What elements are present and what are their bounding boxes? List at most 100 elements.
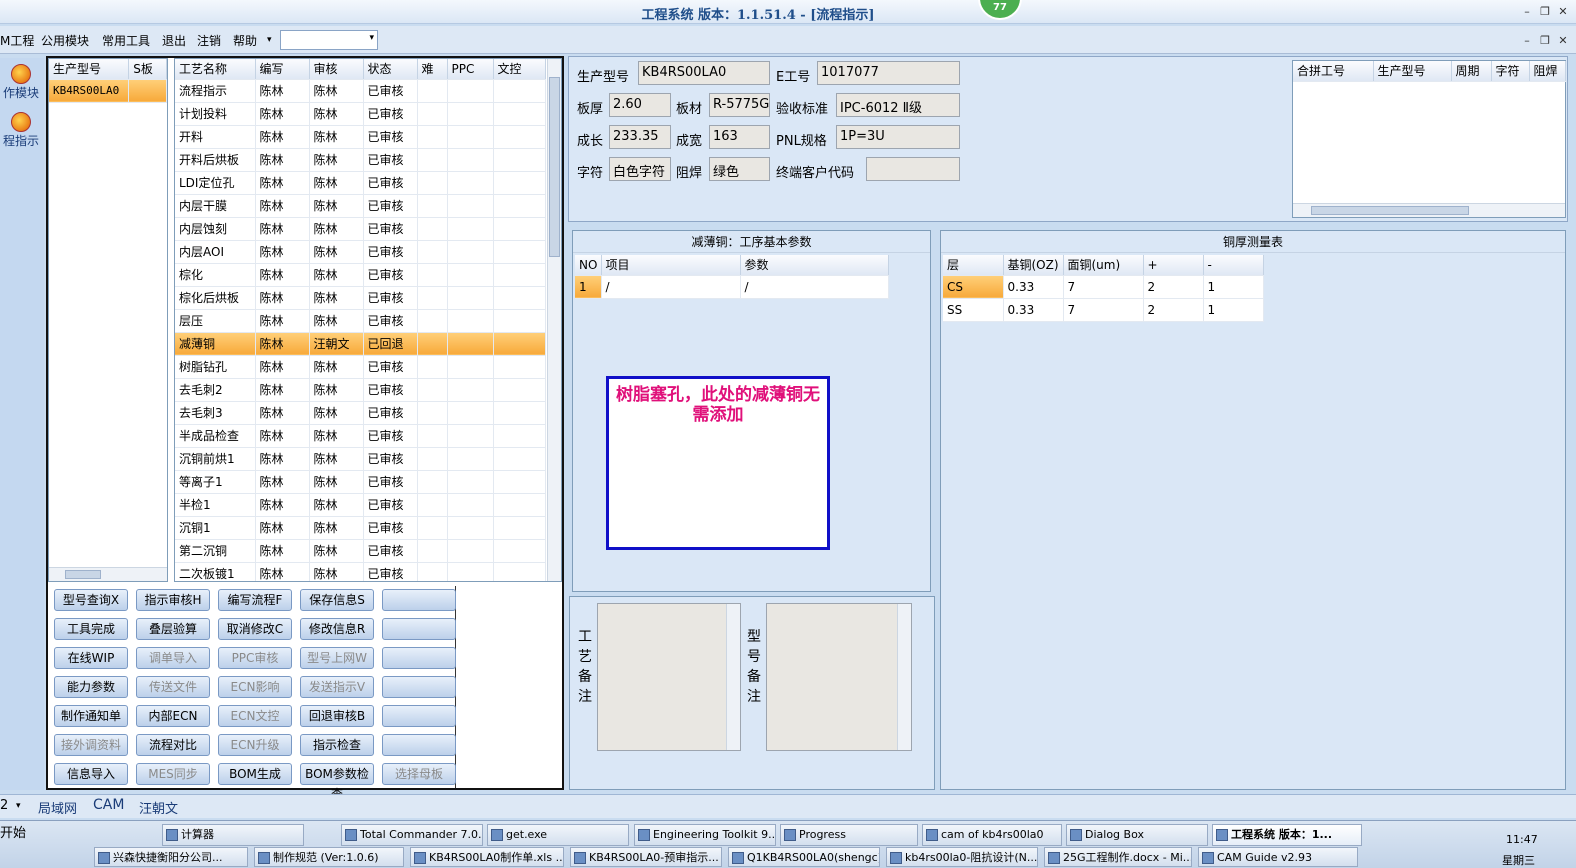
taskbar-item[interactable]: KB4RS00LA0-预审指示... — [570, 847, 722, 867]
standard-field[interactable]: IPC-6012 Ⅱ级 — [836, 93, 960, 117]
action-button[interactable]: 取消修改C — [218, 618, 292, 640]
menu-item-exit[interactable]: 退出 — [162, 32, 186, 49]
eno-field[interactable]: 1017077 — [817, 61, 960, 85]
col-param[interactable]: 参数 — [740, 255, 889, 276]
col-header[interactable]: + — [1143, 255, 1204, 276]
action-button[interactable]: 工具完成 — [54, 618, 128, 640]
mask-field[interactable]: 绿色 — [709, 157, 770, 181]
col-model[interactable]: 生产型号 — [49, 59, 130, 80]
table-row[interactable]: 等离子1 陈林 陈林 已审核 — [175, 470, 546, 494]
action-button[interactable]: 调单导入 — [136, 647, 210, 669]
menu-combo[interactable]: ▾ — [280, 30, 378, 50]
table-row[interactable]: 开料 陈林 陈林 已审核 — [175, 125, 546, 149]
scroll-thumb[interactable] — [549, 77, 560, 257]
taskbar-item[interactable]: 兴森快捷衡阳分公司... — [94, 847, 248, 867]
material-field[interactable]: R-5775G — [709, 93, 770, 117]
table-row[interactable]: 1// — [575, 275, 889, 299]
taskbar-item[interactable]: 工程系统 版本：1... — [1212, 824, 1362, 846]
action-button[interactable]: 指示检查 — [300, 734, 374, 756]
minimize-icon[interactable]: – — [1518, 5, 1536, 18]
table-row[interactable]: 沉铜前烘1 陈林 陈林 已审核 — [175, 447, 546, 471]
action-button[interactable]: 型号查询X — [54, 589, 128, 611]
action-button[interactable]: 能力参数 — [54, 676, 128, 698]
action-button[interactable]: 保存信息S — [300, 589, 374, 611]
table-row[interactable]: 层压 陈林 陈林 已审核 — [175, 309, 546, 333]
action-button[interactable] — [382, 705, 456, 727]
table-row[interactable]: 开料后烘板 陈林 陈林 已审核 — [175, 148, 546, 172]
action-button[interactable]: ECN升级 — [218, 734, 292, 756]
taskbar-item[interactable]: Progress — [780, 824, 918, 846]
flow-button[interactable]: 程指示 — [0, 112, 42, 148]
col-no[interactable]: NO — [575, 255, 602, 276]
menu-item-help[interactable]: 帮助 — [233, 32, 257, 49]
taskbar-item[interactable]: 计算器 — [162, 824, 304, 846]
action-button[interactable]: 信息导入 — [54, 763, 128, 785]
process-remark-field[interactable] — [597, 603, 741, 751]
action-button[interactable]: 回退审核B — [300, 705, 374, 727]
restore-icon[interactable]: ❐ — [1536, 5, 1554, 18]
table-row[interactable]: 棕化后烘板 陈林 陈林 已审核 — [175, 286, 546, 310]
taskbar-item[interactable]: kb4rs00la0-阻抗设计(N... — [886, 847, 1038, 867]
action-button[interactable]: MES同步 — [136, 763, 210, 785]
col-header[interactable]: 合拼工号 — [1293, 61, 1374, 82]
remark-vscroll[interactable] — [897, 604, 911, 750]
action-button[interactable] — [382, 676, 456, 698]
col-header[interactable]: - — [1203, 255, 1264, 276]
taskbar-item[interactable]: KB4RS00LA0制作单.xls ... — [410, 847, 564, 867]
action-button[interactable]: 选择母板 — [382, 763, 456, 785]
col-sboard[interactable]: S板 — [128, 59, 167, 80]
taskbar-item[interactable]: 25G工程制作.docx - Mi... — [1044, 847, 1192, 867]
model-remark-field[interactable] — [766, 603, 912, 751]
width-field[interactable]: 163 — [709, 125, 770, 149]
action-button[interactable] — [382, 647, 456, 669]
action-button[interactable]: 发送指示V — [300, 676, 374, 698]
customer-field[interactable] — [866, 157, 960, 181]
scroll-thumb[interactable] — [65, 570, 101, 579]
action-button[interactable]: 接外调资料 — [54, 734, 128, 756]
col-header[interactable]: 工艺名称 — [175, 59, 256, 80]
model-field[interactable]: KB4RS00LA0 — [638, 61, 770, 85]
table-row[interactable]: 流程指示 陈林 陈林 已审核 — [175, 79, 546, 103]
table-row[interactable]: 棕化 陈林 陈林 已审核 — [175, 263, 546, 287]
table-row[interactable]: 树脂钻孔 陈林 陈林 已审核 — [175, 355, 546, 379]
col-header[interactable]: 基铜(OZ) — [1003, 255, 1064, 276]
table-row[interactable]: 计划投料 陈林 陈林 已审核 — [175, 102, 546, 126]
col-header[interactable]: 阻焊 — [1529, 61, 1566, 82]
close-icon[interactable]: ✕ — [1554, 5, 1572, 18]
table-row[interactable]: 去毛刺2 陈林 陈林 已审核 — [175, 378, 546, 402]
action-button[interactable]: 编写流程F — [218, 589, 292, 611]
table-row[interactable]: 去毛刺3 陈林 陈林 已审核 — [175, 401, 546, 425]
action-button[interactable]: 制作通知单 — [54, 705, 128, 727]
module-button[interactable]: 作模块 — [0, 64, 42, 100]
table-row[interactable]: 沉铜1 陈林 陈林 已审核 — [175, 516, 546, 540]
col-header[interactable]: 层 — [943, 255, 1004, 276]
table-row[interactable]: 内层蚀刻 陈林 陈林 已审核 — [175, 217, 546, 241]
action-button[interactable]: ECN影响 — [218, 676, 292, 698]
scroll-thumb[interactable] — [1311, 206, 1469, 215]
menu-item-public[interactable]: 公用模块 — [41, 32, 89, 49]
taskbar-item[interactable]: Q1KB4RS00LA0(shengc)... — [728, 847, 880, 867]
action-button[interactable]: ECN文控 — [218, 705, 292, 727]
action-button[interactable]: 指示审核H — [136, 589, 210, 611]
menu-item-logout[interactable]: 注销 — [197, 32, 221, 49]
action-button[interactable]: 内部ECN — [136, 705, 210, 727]
char-field[interactable]: 白色字符 — [609, 157, 671, 181]
col-header[interactable]: PPC — [447, 59, 494, 80]
table-row[interactable]: 内层AOI 陈林 陈林 已审核 — [175, 240, 546, 264]
col-header[interactable]: 面铜(um) — [1063, 255, 1144, 276]
action-button[interactable]: 修改信息R — [300, 618, 374, 640]
remark-vscroll[interactable] — [726, 604, 740, 750]
action-button[interactable]: 叠层验算 — [136, 618, 210, 640]
menu-item-tools[interactable]: 常用工具 — [102, 32, 150, 49]
table-row[interactable]: CS 0.33 7 2 1 — [943, 275, 1264, 299]
table-row[interactable]: SS 0.33 7 2 1 — [943, 298, 1264, 322]
col-item[interactable]: 项目 — [601, 255, 741, 276]
col-header[interactable]: 审核 — [309, 59, 364, 80]
col-header[interactable]: 文控 — [493, 59, 546, 80]
table-row[interactable]: 减薄铜 陈林 汪朝文 已回退 — [175, 332, 546, 356]
col-header[interactable]: 周期 — [1451, 61, 1492, 82]
start-button[interactable]: 开始 — [0, 823, 30, 845]
action-button[interactable]: 传送文件 — [136, 676, 210, 698]
model-row[interactable]: KB4RS00LA0 — [49, 79, 167, 103]
restore-icon[interactable]: ❐ — [1536, 34, 1554, 47]
